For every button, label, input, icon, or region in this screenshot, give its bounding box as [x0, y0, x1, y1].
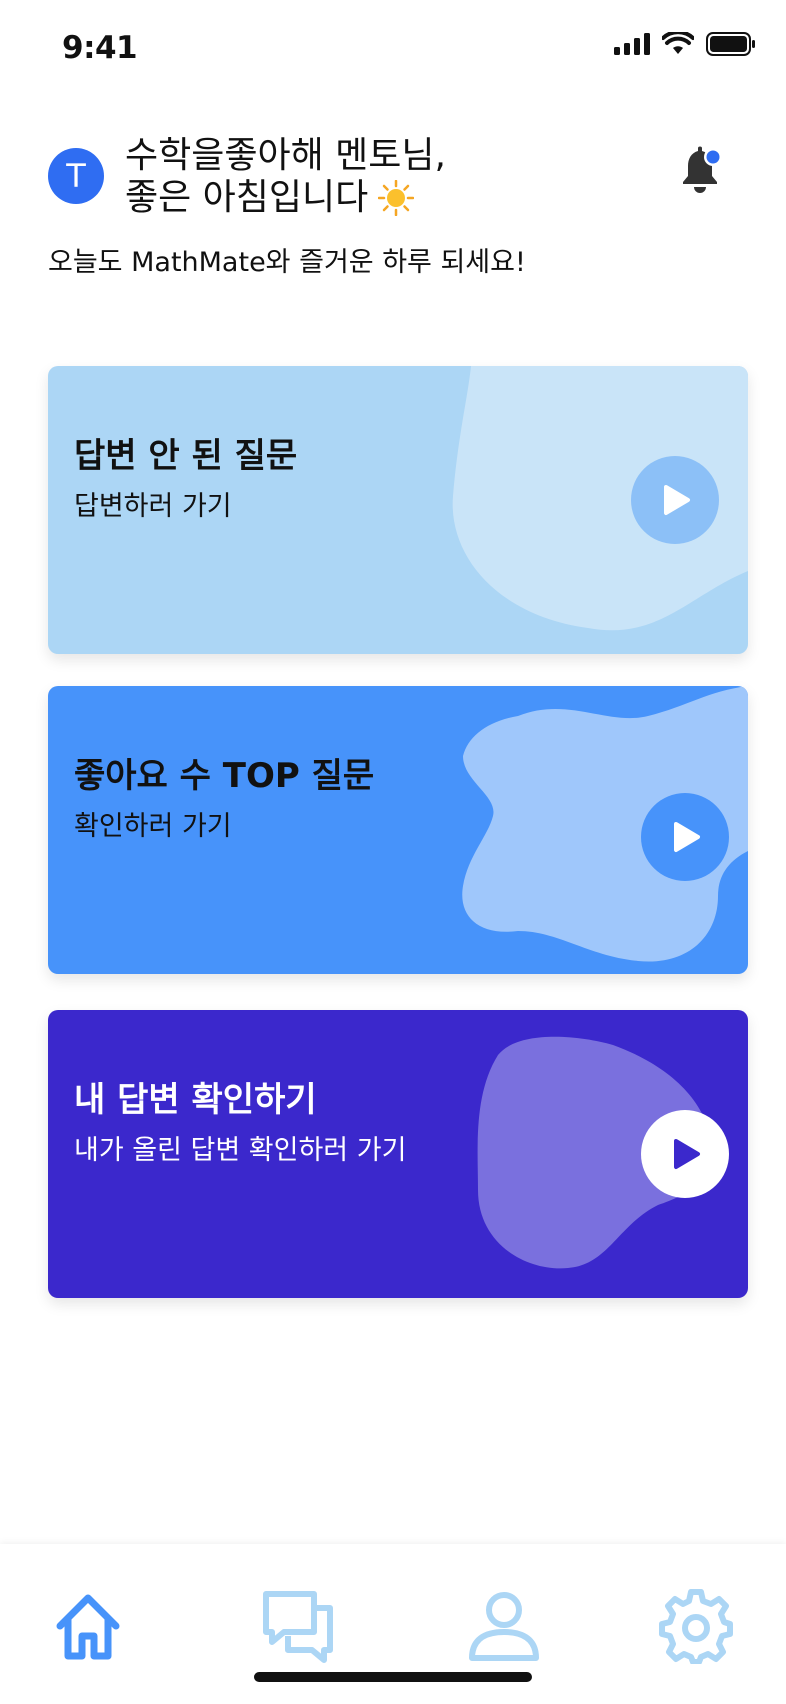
- sun-icon: [378, 180, 415, 216]
- signal-icon: [614, 33, 650, 55]
- card-top-liked-questions[interactable]: 좋아요 수 TOP 질문 확인하러 가기: [48, 686, 748, 974]
- card-my-answers[interactable]: 내 답변 확인하기 내가 올린 답변 확인하러 가기: [48, 1010, 748, 1298]
- greeting-line1: 수학을좋아해 멘토님,: [125, 135, 446, 176]
- play-icon: [674, 1139, 700, 1169]
- avatar[interactable]: T: [48, 148, 104, 204]
- status-icons: [614, 32, 756, 56]
- tab-chat[interactable]: [258, 1586, 338, 1666]
- notification-dot: [706, 150, 720, 164]
- play-button[interactable]: [641, 793, 729, 881]
- tab-home[interactable]: [48, 1586, 128, 1666]
- wifi-icon: [662, 32, 694, 54]
- card-title: 답변 안 된 질문: [74, 436, 298, 476]
- user-icon: [469, 1592, 539, 1661]
- chat-icon: [263, 1591, 333, 1663]
- greeting-line2-row: 좋은 아침입니다: [125, 177, 446, 219]
- welcome-subtitle: 오늘도 MathMate와 즐거운 하루 되세요!: [48, 247, 526, 278]
- notification-bell-icon[interactable]: [676, 144, 724, 196]
- card-description: 확인하러 가기: [74, 811, 232, 842]
- play-button[interactable]: [631, 456, 719, 544]
- tab-settings[interactable]: [656, 1586, 736, 1666]
- play-icon: [674, 822, 700, 852]
- battery-icon: [706, 32, 755, 56]
- card-description: 답변하러 가기: [74, 491, 232, 522]
- play-button[interactable]: [641, 1110, 729, 1198]
- play-icon: [664, 485, 690, 515]
- card-description: 내가 올린 답변 확인하러 가기: [74, 1135, 407, 1166]
- gear-icon: [659, 1589, 733, 1664]
- status-time: 9:41: [62, 30, 138, 66]
- card-title: 좋아요 수 TOP 질문: [74, 756, 375, 796]
- card-title: 내 답변 확인하기: [74, 1080, 317, 1120]
- tab-profile[interactable]: [464, 1586, 544, 1666]
- greeting: 수학을좋아해 멘토님, 좋은 아침입니다: [125, 135, 446, 219]
- card-unanswered-questions[interactable]: 답변 안 된 질문 답변하러 가기: [48, 366, 748, 654]
- greeting-line2: 좋은 아침입니다: [125, 177, 369, 218]
- home-icon: [56, 1594, 120, 1660]
- home-indicator: [254, 1672, 532, 1682]
